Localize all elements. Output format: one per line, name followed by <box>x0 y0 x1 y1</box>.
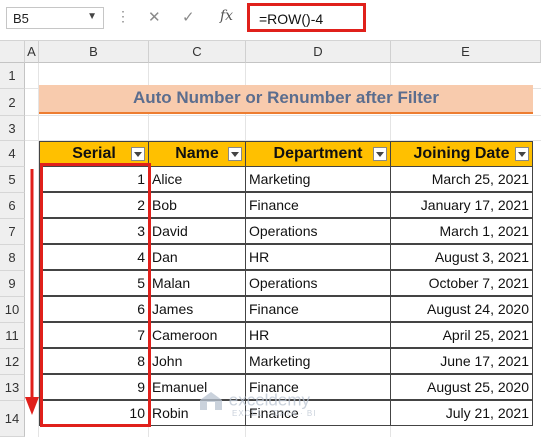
date-cell[interactable]: August 3, 2021 <box>390 244 533 270</box>
department-cell[interactable]: HR <box>245 322 391 348</box>
date-cell[interactable]: January 17, 2021 <box>390 192 533 218</box>
sheet-title-banner: Auto Number or Renumber after Filter <box>39 85 533 114</box>
date-cell[interactable]: August 24, 2020 <box>390 296 533 322</box>
header-name: Name <box>148 141 246 167</box>
vertical-dots-icon: ⋮ <box>116 8 131 24</box>
name-box-value: B5 <box>13 11 29 26</box>
arrow-down-icon <box>25 169 39 415</box>
header-joining-date-label: Joining Date <box>413 145 510 162</box>
name-cell[interactable]: Bob <box>148 192 246 218</box>
header-name-label: Name <box>175 145 219 162</box>
exceldemy-wordmark: exceldemy <box>228 390 310 410</box>
date-cell[interactable]: March 1, 2021 <box>390 218 533 244</box>
serial-column-highlight <box>40 163 151 427</box>
date-cell[interactable]: August 25, 2020 <box>390 374 533 400</box>
date-cell[interactable]: June 17, 2021 <box>390 348 533 374</box>
date-cell[interactable]: October 7, 2021 <box>390 270 533 296</box>
filter-dropdown-icon[interactable] <box>228 147 242 161</box>
column-header-e[interactable]: E <box>391 41 541 63</box>
row-header[interactable]: 1 <box>0 63 25 89</box>
name-cell[interactable]: John <box>148 348 246 374</box>
exceldemy-tagline: EXCEL · DATA · BI <box>232 409 317 418</box>
check-icon[interactable]: ✓ <box>182 8 195 26</box>
name-cell[interactable]: Dan <box>148 244 246 270</box>
department-cell[interactable]: Finance <box>245 192 391 218</box>
column-header-b[interactable]: B <box>39 41 149 63</box>
department-cell[interactable]: Marketing <box>245 348 391 374</box>
name-box[interactable]: B5 ▼ <box>6 7 104 29</box>
date-cell[interactable]: April 25, 2021 <box>390 322 533 348</box>
column-header-d[interactable]: D <box>246 41 391 63</box>
name-cell[interactable]: Cameroon <box>148 322 246 348</box>
sheet-title: Auto Number or Renumber after Filter <box>132 88 440 107</box>
department-cell[interactable]: Marketing <box>245 166 391 192</box>
header-department: Department <box>245 141 391 167</box>
header-joining-date: Joining Date <box>390 141 533 167</box>
name-cell[interactable]: Malan <box>148 270 246 296</box>
filter-dropdown-icon[interactable] <box>131 147 145 161</box>
filter-dropdown-icon[interactable] <box>373 147 387 161</box>
gridline <box>25 115 541 116</box>
formula-input[interactable]: =ROW()-4 <box>247 3 366 32</box>
column-header-c[interactable]: C <box>149 41 246 63</box>
row-header[interactable]: 4 <box>0 141 25 167</box>
date-cell[interactable]: July 21, 2021 <box>390 400 533 426</box>
department-cell[interactable]: HR <box>245 244 391 270</box>
exceldemy-logo-icon <box>200 392 222 410</box>
formula-text: =ROW()-4 <box>259 11 324 27</box>
close-icon[interactable]: ✕ <box>148 8 161 26</box>
name-cell[interactable]: Alice <box>148 166 246 192</box>
formula-bar-area: B5 ▼ ⋮ ✕ ✓ fx =ROW()-4 <box>0 0 541 41</box>
department-cell[interactable]: Operations <box>245 218 391 244</box>
column-header-a[interactable]: A <box>25 41 39 63</box>
row-header[interactable]: 3 <box>0 116 25 141</box>
header-department-label: Department <box>273 145 363 162</box>
fx-icon[interactable]: fx <box>220 8 233 24</box>
name-cell[interactable]: James <box>148 296 246 322</box>
formula-controls: ✕ ✓ fx <box>138 8 238 28</box>
date-cell[interactable]: March 25, 2021 <box>390 166 533 192</box>
chevron-down-icon[interactable]: ▼ <box>87 11 97 22</box>
select-all-corner[interactable] <box>0 41 25 63</box>
row-header[interactable]: 2 <box>0 89 25 116</box>
department-cell[interactable]: Finance <box>245 296 391 322</box>
department-cell[interactable]: Operations <box>245 270 391 296</box>
name-cell[interactable]: David <box>148 218 246 244</box>
filter-dropdown-icon[interactable] <box>515 147 529 161</box>
